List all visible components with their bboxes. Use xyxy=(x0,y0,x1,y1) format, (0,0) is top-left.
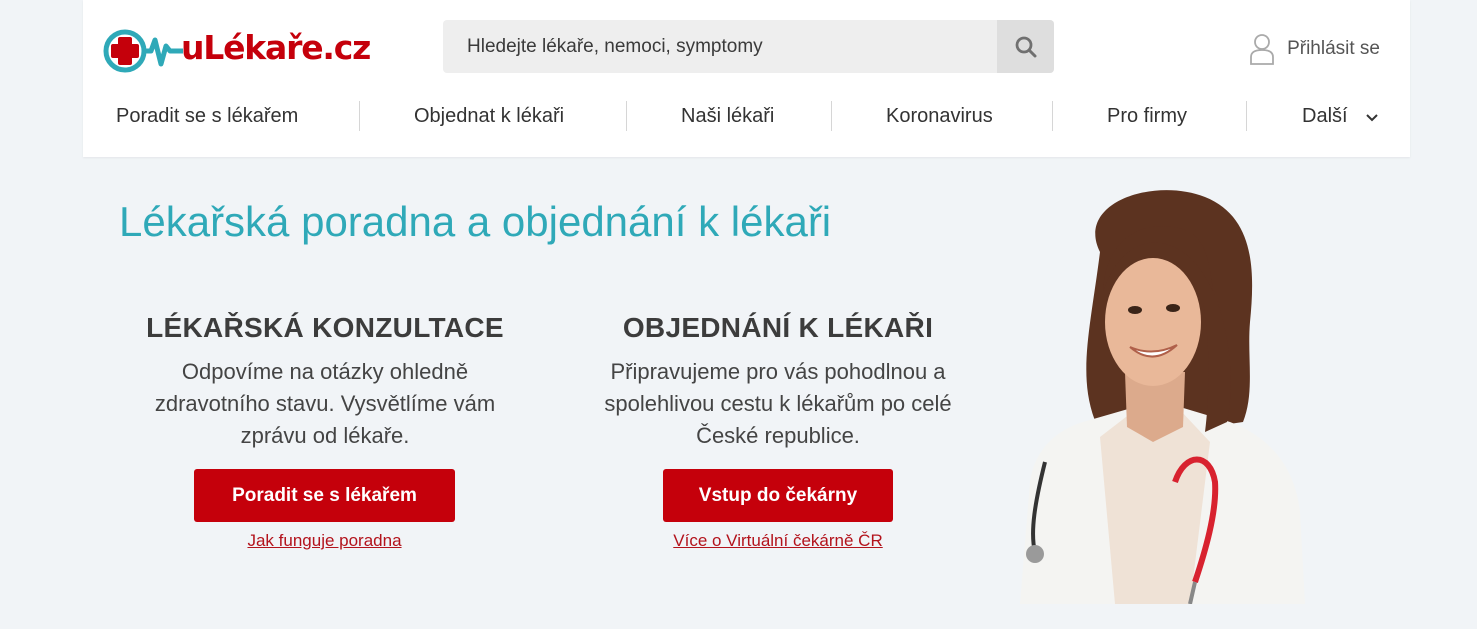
virtual-waiting-room-link[interactable]: Více o Virtuální čekárně ČR xyxy=(640,531,916,551)
login-label: Přihlásit se xyxy=(1287,38,1380,59)
logo-cross-icon xyxy=(103,29,183,73)
search-input[interactable] xyxy=(443,20,997,73)
site-header: uLékaře.cz Přihlásit se Poradit se s lék… xyxy=(83,0,1410,157)
user-icon xyxy=(1250,34,1274,65)
search-icon xyxy=(1015,36,1036,57)
nav-divider xyxy=(831,101,832,131)
booking-text: Připravujeme pro vás pohodlnou a spolehl… xyxy=(604,359,952,448)
nav-divider xyxy=(359,101,360,131)
hero-title: Lékařská poradna a objednání k lékaři xyxy=(119,198,832,245)
nav-item-more[interactable]: Další xyxy=(1302,98,1379,134)
consult-doctor-button[interactable]: Poradit se s lékařem xyxy=(194,469,455,522)
search-bar xyxy=(443,20,1054,73)
nav-item-consult[interactable]: Poradit se s lékařem xyxy=(116,98,298,134)
how-advice-works-link[interactable]: Jak funguje poradna xyxy=(194,531,455,551)
nav-item-coronavirus[interactable]: Koronavirus xyxy=(886,98,993,134)
nav-item-more-label: Další xyxy=(1302,105,1348,127)
consultation-text: Odpovíme na otázky ohledně zdravotního s… xyxy=(154,359,496,448)
enter-waiting-room-button[interactable]: Vstup do čekárny xyxy=(663,469,893,522)
nav-divider xyxy=(1052,101,1053,131)
site-logo[interactable]: uLékaře.cz xyxy=(101,24,371,76)
logo-text: uLékaře.cz xyxy=(181,27,371,67)
main-nav: Poradit se s lékařem Objednat k lékaři N… xyxy=(83,98,1410,134)
nav-divider xyxy=(1246,101,1247,131)
chevron-down-icon xyxy=(1366,114,1378,122)
consultation-section: LÉKAŘSKÁ KONZULTACE Odpovíme na otázky o… xyxy=(138,312,512,452)
consultation-heading: LÉKAŘSKÁ KONZULTACE xyxy=(146,312,504,343)
booking-heading: OBJEDNÁNÍ K LÉKAŘI xyxy=(622,312,934,343)
nav-item-companies[interactable]: Pro firmy xyxy=(1107,98,1187,134)
search-button[interactable] xyxy=(997,20,1054,73)
doctor-photo xyxy=(1020,190,1305,604)
booking-section: OBJEDNÁNÍ K LÉKAŘI Připravujeme pro vás … xyxy=(586,312,970,452)
login-button[interactable]: Přihlásit se xyxy=(1249,33,1380,65)
nav-item-doctors[interactable]: Naši lékaři xyxy=(681,98,774,134)
nav-divider xyxy=(626,101,627,131)
nav-item-book[interactable]: Objednat k lékaři xyxy=(414,98,564,134)
